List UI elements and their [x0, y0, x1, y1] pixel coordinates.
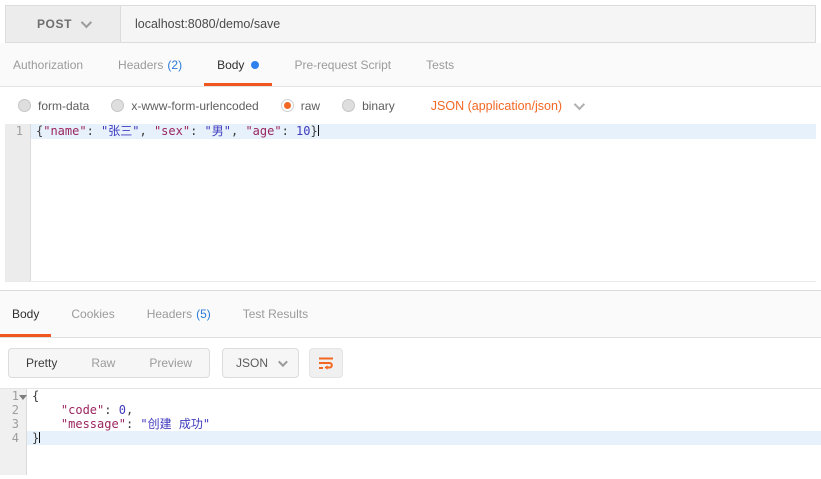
code-line: { — [32, 389, 40, 403]
code-line: } — [27, 431, 821, 445]
fold-caret-icon[interactable] — [19, 395, 27, 400]
code-line: "message": "创建 成功" — [60, 417, 211, 431]
radio-form-data[interactable]: form-data — [18, 99, 89, 113]
tab-headers[interactable]: Headers (2) — [105, 43, 195, 86]
wrap-text-button[interactable] — [309, 348, 344, 378]
radio-x-www-form-urlencoded[interactable]: x-www-form-urlencoded — [111, 99, 259, 113]
view-mode-group: Pretty Raw Preview — [8, 348, 211, 378]
radio-icon — [342, 99, 356, 112]
chevron-down-icon — [80, 16, 93, 29]
response-format-select[interactable]: JSON — [222, 348, 300, 378]
request-body-editor[interactable]: 1 {"name": "张三", "sex": "男", "age": 10} — [5, 124, 816, 282]
radio-binary[interactable]: binary — [342, 99, 395, 113]
line-number-gutter: 1 — [5, 124, 31, 281]
text-cursor — [39, 432, 41, 443]
radio-icon — [111, 99, 125, 112]
tab-cookies[interactable]: Cookies — [59, 291, 126, 337]
response-tabs: Body Cookies Headers (5) Test Results — [0, 291, 821, 338]
response-toolbar: Pretty Raw Preview JSON — [0, 338, 821, 388]
wrap-text-icon — [319, 357, 334, 370]
request-code-area[interactable]: {"name": "张三", "sex": "男", "age": 10} — [31, 124, 816, 281]
tab-test-results[interactable]: Test Results — [231, 291, 320, 337]
method-select[interactable]: POST — [6, 6, 121, 42]
active-tab-underline — [204, 83, 273, 86]
request-url-bar: POST localhost:8080/demo/save — [5, 5, 816, 43]
headers-count-badge: (2) — [167, 57, 183, 72]
text-cursor — [317, 125, 319, 136]
raw-button[interactable]: Raw — [74, 349, 132, 377]
postman-request-view: POST localhost:8080/demo/save Authorizat… — [0, 0, 821, 479]
request-tabs: Authorization Headers (2) Body Pre-reque… — [0, 43, 821, 87]
line-number: 1 — [15, 124, 23, 138]
tab-body[interactable]: Body — [204, 43, 273, 86]
response-body-editor[interactable]: 1 2 3 4 { "code": 0, "message": "创建 成功" … — [0, 388, 821, 475]
url-input[interactable]: localhost:8080/demo/save — [121, 6, 815, 42]
tab-tests[interactable]: Tests — [413, 43, 467, 86]
radio-selected-icon — [280, 99, 294, 112]
tab-authorization[interactable]: Authorization — [0, 43, 96, 86]
line-number: 3 — [11, 417, 19, 431]
radio-icon — [18, 99, 31, 112]
tab-response-body[interactable]: Body — [0, 291, 52, 337]
url-text: localhost:8080/demo/save — [135, 17, 281, 31]
active-tab-underline — [0, 334, 52, 337]
chevron-down-icon — [573, 98, 586, 110]
tab-prerequest-script[interactable]: Pre-request Script — [281, 43, 404, 86]
tab-response-headers[interactable]: Headers (5) — [135, 291, 223, 337]
radio-raw[interactable]: raw — [280, 99, 320, 113]
code-line: {"name": "张三", "sex": "男", "age": 10} — [31, 124, 816, 139]
chevron-down-icon — [278, 356, 288, 367]
content-type-select[interactable]: JSON (application/json) — [431, 98, 586, 113]
line-number: 4 — [11, 431, 19, 445]
code-line: "code": 0, — [60, 403, 134, 417]
preview-button[interactable]: Preview — [132, 349, 209, 377]
line-number: 1 — [0, 389, 27, 403]
body-type-row: form-data x-www-form-urlencoded raw bina… — [0, 87, 821, 124]
response-code-area[interactable]: { "code": 0, "message": "创建 成功" } — [27, 389, 821, 475]
method-label: POST — [36, 17, 73, 31]
pretty-button[interactable]: Pretty — [9, 349, 74, 377]
line-number-gutter: 1 2 3 4 — [0, 389, 27, 475]
body-modified-dot-icon — [251, 60, 260, 69]
line-number: 2 — [11, 403, 19, 417]
headers-count-badge: (5) — [196, 307, 211, 321]
